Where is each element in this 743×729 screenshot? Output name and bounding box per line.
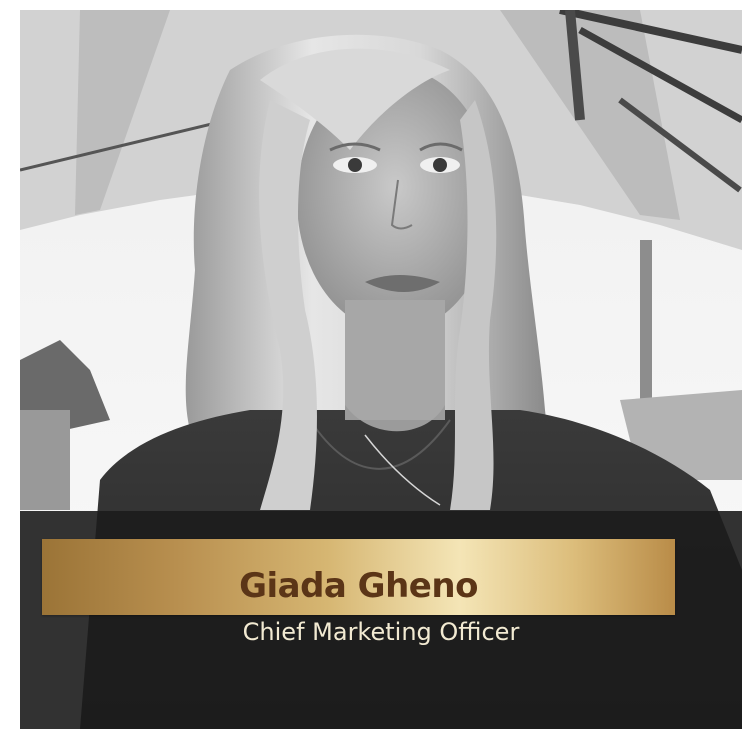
- person-name: Giada Gheno: [239, 566, 478, 606]
- person-role: Chief Marketing Officer: [242, 618, 520, 646]
